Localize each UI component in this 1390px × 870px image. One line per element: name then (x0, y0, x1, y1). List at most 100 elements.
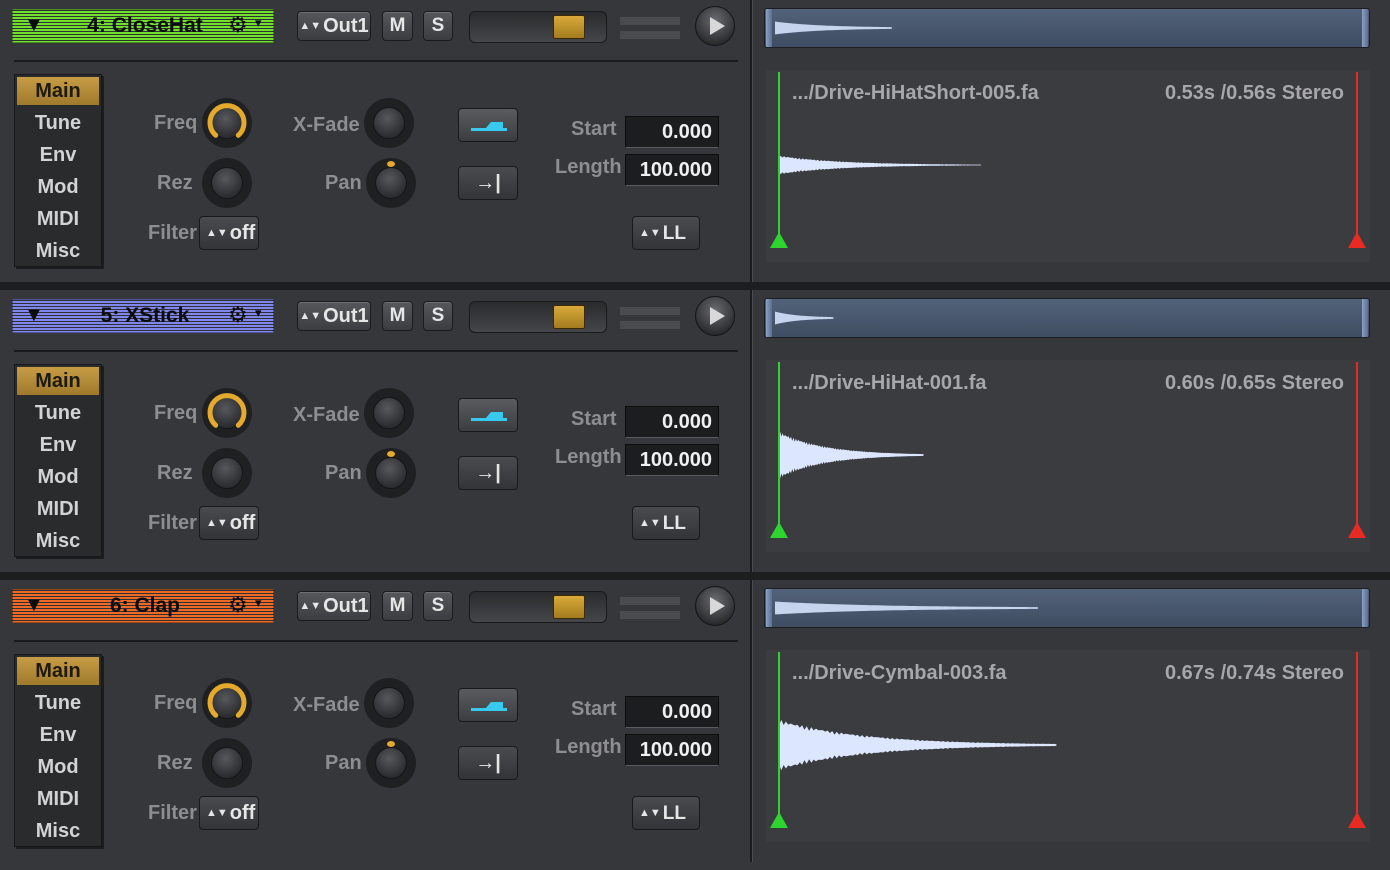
filter-value: off (229, 802, 256, 824)
gear-icon[interactable]: ⚙ (228, 12, 248, 38)
collapse-triangle-icon[interactable]: ▼ (24, 304, 44, 327)
playback-mode-button[interactable] (458, 688, 518, 722)
gear-menu-caret-icon[interactable]: ▾ (255, 305, 262, 321)
tab-tune[interactable]: Tune (17, 109, 99, 137)
overview-waveform-shape (775, 21, 892, 35)
filter-select[interactable]: ▲▼ off (199, 216, 259, 250)
tab-misc[interactable]: Misc (17, 237, 99, 265)
output-select-label: Out1 (323, 305, 369, 327)
sample-waveform (779, 431, 924, 479)
xfade-knob[interactable] (364, 678, 414, 728)
pan-label: Pan (325, 462, 362, 484)
waveform-display[interactable]: .../Drive-HiHat-001.fa 0.60s /0.65s Ster… (766, 360, 1370, 552)
solo-button[interactable]: S (423, 11, 453, 41)
tab-tune[interactable]: Tune (17, 689, 99, 717)
gear-menu-caret-icon[interactable]: ▾ (255, 15, 262, 31)
loop-mode-select[interactable]: ▲▼ LL (632, 796, 700, 830)
solo-button[interactable]: S (423, 301, 453, 331)
gear-menu-caret-icon[interactable]: ▾ (255, 595, 262, 611)
collapse-triangle-icon[interactable]: ▼ (24, 594, 44, 617)
start-field[interactable]: 0.000 (625, 696, 719, 728)
play-button[interactable] (695, 6, 735, 46)
tab-env[interactable]: Env (17, 431, 99, 459)
tab-midi[interactable]: MIDI (17, 495, 99, 523)
xfade-label: X-Fade (293, 694, 360, 716)
loop-mode-select[interactable]: ▲▼ LL (632, 506, 700, 540)
volume-slider-thumb[interactable] (553, 595, 585, 619)
tab-mod[interactable]: Mod (17, 753, 99, 781)
waveform-overview[interactable] (764, 298, 1370, 338)
volume-slider-thumb[interactable] (553, 305, 585, 329)
track-name-tag[interactable]: ▼ 6: Clap ⚙ ▾ (12, 589, 274, 623)
end-mode-button[interactable]: →| (458, 166, 518, 200)
panel-divider-highlight (752, 290, 753, 572)
play-button[interactable] (695, 586, 735, 626)
tab-misc[interactable]: Misc (17, 817, 99, 845)
select-arrows-icon: ▲▼ (206, 517, 228, 529)
filter-value: off (229, 512, 256, 534)
end-mode-button[interactable]: →| (458, 456, 518, 490)
mute-button[interactable]: M (382, 11, 413, 41)
start-field[interactable]: 0.000 (625, 116, 719, 148)
tab-mod[interactable]: Mod (17, 173, 99, 201)
playback-mode-button[interactable] (458, 108, 518, 142)
tab-main[interactable]: Main (17, 77, 99, 105)
collapse-triangle-icon[interactable]: ▼ (24, 14, 44, 37)
tab-main[interactable]: Main (17, 367, 99, 395)
tab-env[interactable]: Env (17, 141, 99, 169)
length-field[interactable]: 100.000 (625, 444, 719, 476)
track-name-tag[interactable]: ▼ 4: CloseHat ⚙ ▾ (12, 9, 274, 43)
track-name: 6: Clap (109, 594, 180, 617)
waveform-overview[interactable] (764, 588, 1370, 628)
xfade-knob[interactable] (364, 98, 414, 148)
freq-knob[interactable] (202, 678, 252, 728)
tab-main[interactable]: Main (17, 657, 99, 685)
pan-knob[interactable] (366, 738, 416, 788)
mute-button[interactable]: M (382, 301, 413, 331)
mute-button[interactable]: M (382, 591, 413, 621)
track-name-tag[interactable]: ▼ 5: XStick ⚙ ▾ (12, 299, 274, 333)
volume-slider[interactable] (469, 301, 607, 333)
tab-tune[interactable]: Tune (17, 399, 99, 427)
filter-select[interactable]: ▲▼ off (199, 506, 259, 540)
start-label: Start (571, 698, 617, 720)
tab-mod[interactable]: Mod (17, 463, 99, 491)
play-icon (710, 17, 725, 35)
header-divider (14, 350, 738, 352)
solo-button[interactable]: S (423, 591, 453, 621)
start-field[interactable]: 0.000 (625, 406, 719, 438)
pan-knob[interactable] (366, 158, 416, 208)
tab-midi[interactable]: MIDI (17, 205, 99, 233)
freq-knob[interactable] (202, 98, 252, 148)
xfade-knob[interactable] (364, 388, 414, 438)
length-field[interactable]: 100.000 (625, 734, 719, 766)
output-select[interactable]: ▲▼ Out1 (297, 11, 371, 41)
play-button[interactable] (695, 296, 735, 336)
playback-mode-button[interactable] (458, 398, 518, 432)
waveform-display[interactable]: .../Drive-Cymbal-003.fa 0.67s /0.74s Ste… (766, 650, 1370, 842)
filter-select[interactable]: ▲▼ off (199, 796, 259, 830)
rez-knob[interactable] (202, 448, 252, 498)
loop-mode-select[interactable]: ▲▼ LL (632, 216, 700, 250)
pan-knob[interactable] (366, 448, 416, 498)
rez-knob[interactable] (202, 158, 252, 208)
length-field[interactable]: 100.000 (625, 154, 719, 186)
end-mode-button[interactable]: →| (458, 746, 518, 780)
gear-icon[interactable]: ⚙ (228, 302, 248, 328)
tab-midi[interactable]: MIDI (17, 785, 99, 813)
tab-misc[interactable]: Misc (17, 527, 99, 555)
overview-waveform (775, 601, 1038, 615)
waveform-overview[interactable] (764, 8, 1370, 48)
start-marker-handle (770, 232, 788, 248)
output-select[interactable]: ▲▼ Out1 (297, 591, 371, 621)
freq-knob[interactable] (202, 388, 252, 438)
play-icon (710, 597, 725, 615)
volume-slider-thumb[interactable] (553, 15, 585, 39)
output-select[interactable]: ▲▼ Out1 (297, 301, 371, 331)
gear-icon[interactable]: ⚙ (228, 592, 248, 618)
rez-knob[interactable] (202, 738, 252, 788)
volume-slider[interactable] (469, 11, 607, 43)
tab-env[interactable]: Env (17, 721, 99, 749)
waveform-display[interactable]: .../Drive-HiHatShort-005.fa 0.53s /0.56s… (766, 70, 1370, 262)
volume-slider[interactable] (469, 591, 607, 623)
